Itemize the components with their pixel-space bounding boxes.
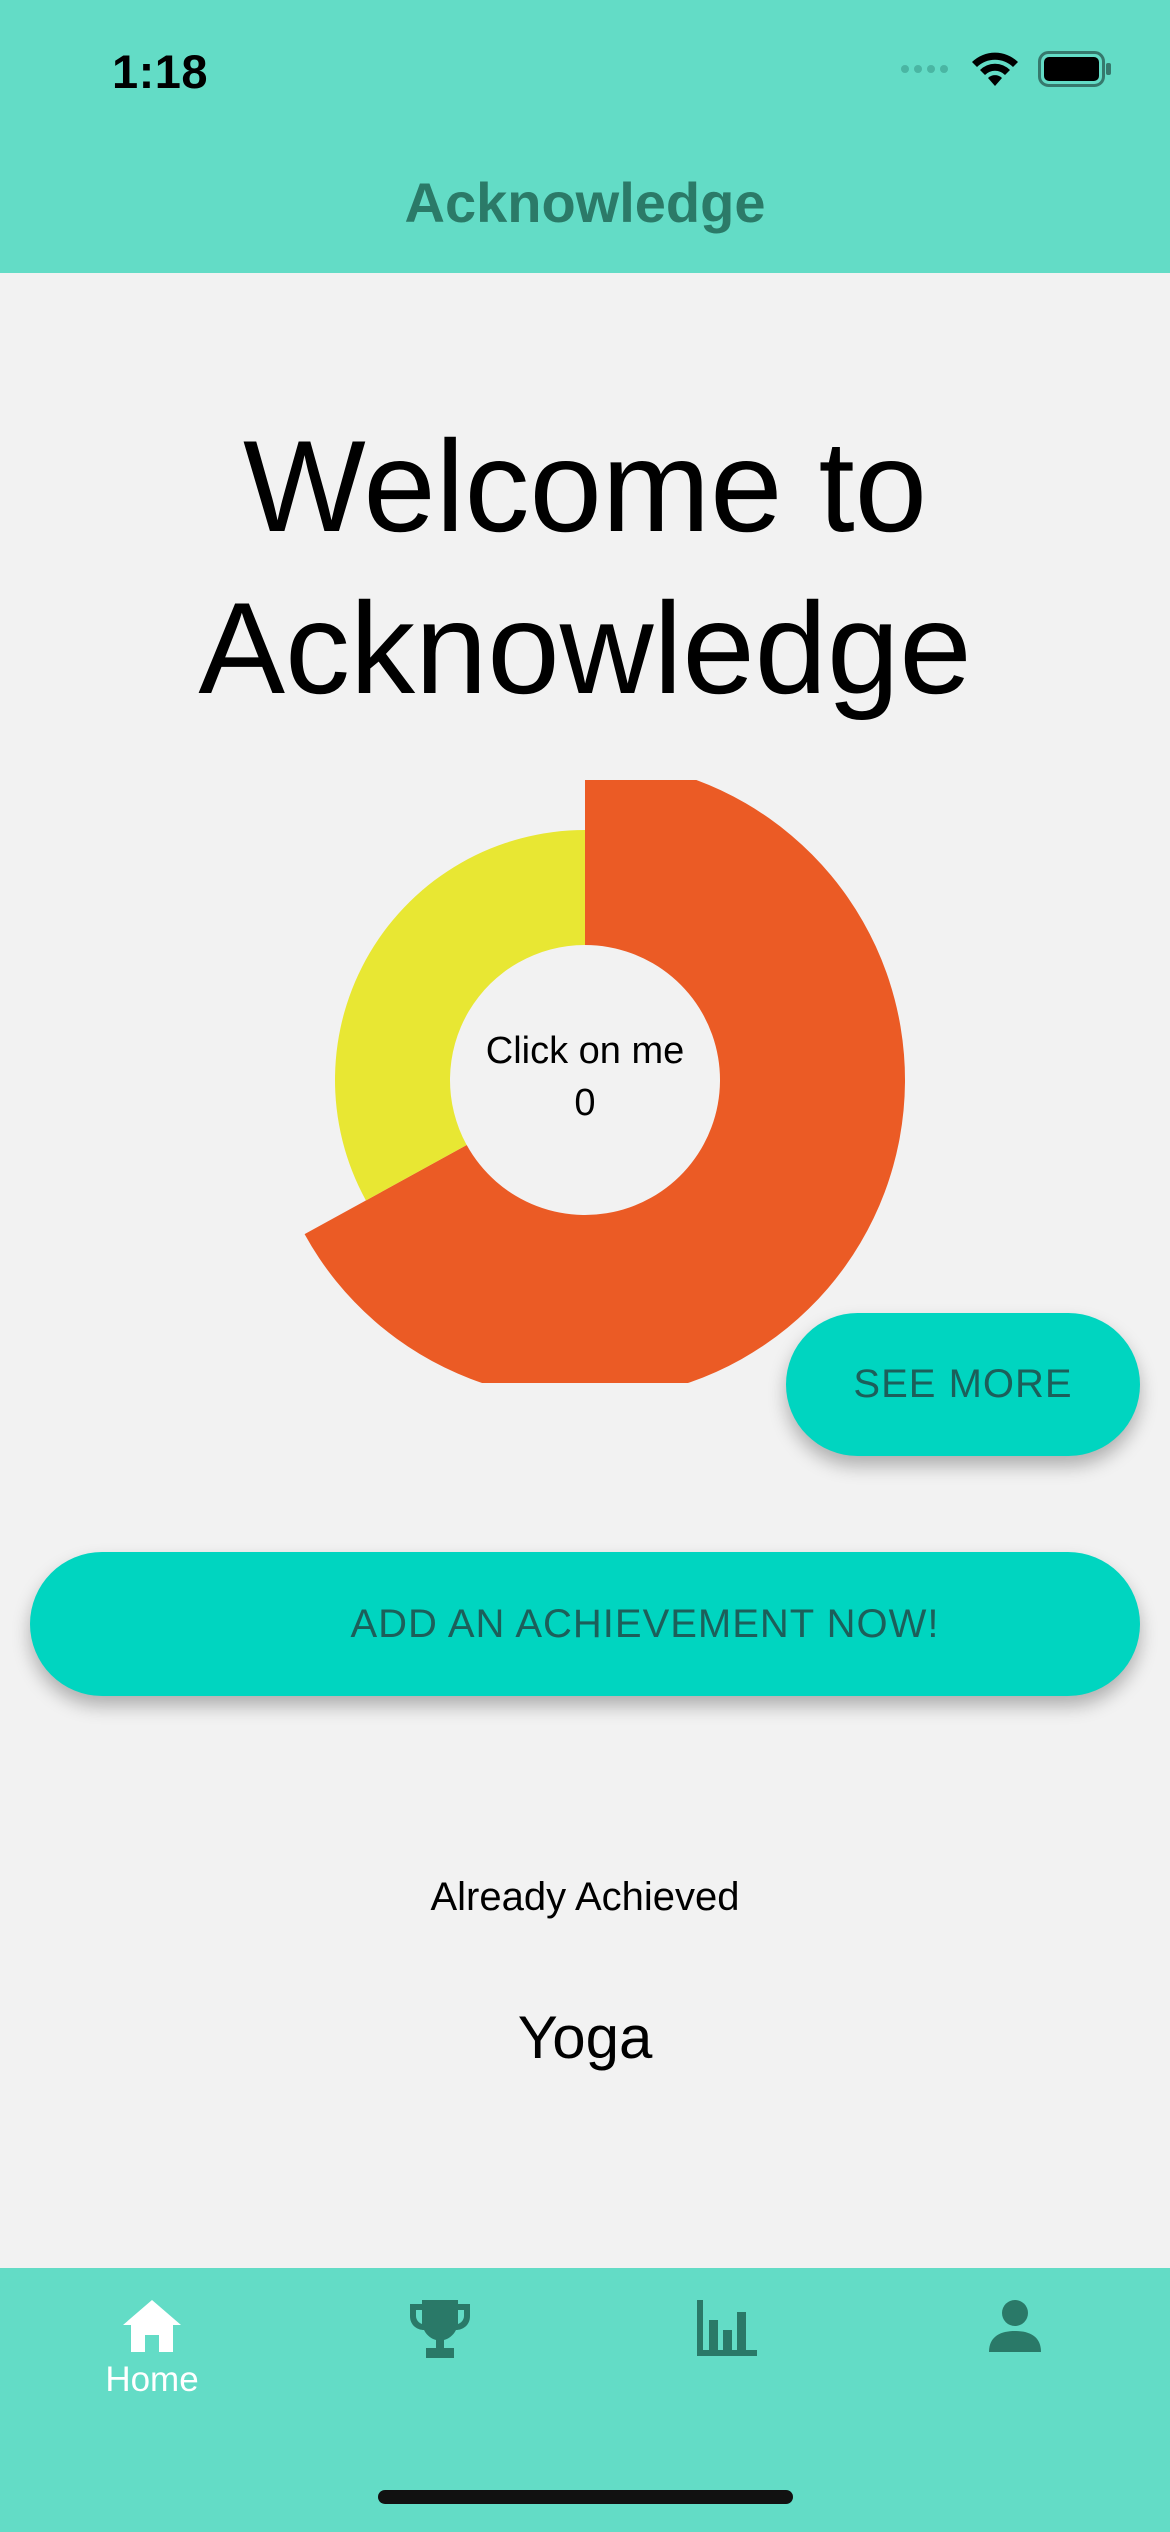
bar-chart-icon: [697, 2300, 757, 2356]
welcome-line-2: Acknowledge: [198, 575, 972, 721]
top-bar: 1:18 Acknowledge: [0, 0, 1170, 273]
donut-segment-2: [334, 830, 585, 1201]
already-achieved-heading: Already Achieved: [430, 1875, 740, 1919]
progress-donut-chart[interactable]: Click on me 0: [300, 780, 920, 1385]
home-icon: [123, 2300, 181, 2352]
see-more-label: SEE MORE: [853, 1362, 1073, 1406]
trophy-icon: [410, 2300, 470, 2358]
wifi-icon: [972, 52, 1018, 86]
welcome-heading: Welcome to Acknowledge: [0, 405, 1170, 729]
tab-achievements[interactable]: [340, 2298, 540, 2428]
status-time: 1:18: [112, 45, 209, 98]
chart-center-button[interactable]: Click on me 0: [450, 1025, 720, 1129]
tab-home[interactable]: Home: [52, 2298, 252, 2428]
tab-profile[interactable]: [915, 2298, 1115, 2428]
welcome-line-1: Welcome to: [243, 413, 927, 559]
status-icons: [901, 50, 1112, 88]
see-more-button[interactable]: SEE MORE: [786, 1313, 1140, 1456]
cellular-signal-icon: [901, 65, 948, 73]
add-achievement-label: ADD AN ACHIEVEMENT NOW!: [350, 1601, 940, 1646]
nav-title: Acknowledge: [404, 171, 766, 234]
chart-center-value: 0: [574, 1082, 596, 1124]
tab-home-label: Home: [105, 2360, 199, 2399]
achievement-list-item: Yoga: [517, 2004, 653, 2071]
battery-icon: [1038, 51, 1111, 87]
add-achievement-button[interactable]: ADD AN ACHIEVEMENT NOW!: [30, 1552, 1140, 1696]
person-icon: [989, 2300, 1041, 2352]
tab-stats[interactable]: [627, 2298, 827, 2428]
chart-center-label: Click on me: [485, 1030, 685, 1072]
home-indicator: [378, 2490, 793, 2504]
